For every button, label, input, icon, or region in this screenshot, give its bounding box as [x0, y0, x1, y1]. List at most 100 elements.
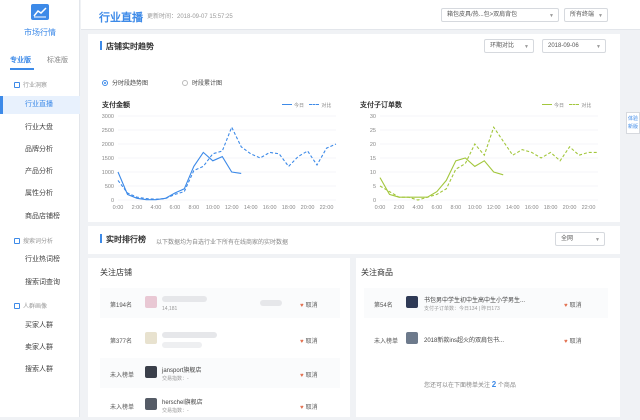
x-tick-label: 16:00 [525, 205, 539, 211]
shops-title: 关注店铺 [100, 268, 132, 277]
market-logo-icon [31, 4, 49, 20]
audience-icon [14, 303, 20, 309]
y-tick-label: 1000 [102, 170, 114, 176]
y-tick-label: 20 [370, 142, 376, 148]
sidebar-item-industry-live[interactable]: 行业直播 [0, 96, 80, 114]
date-select[interactable]: 2018-09-06 ▼ [542, 39, 606, 53]
shop-thumbnail [145, 366, 157, 378]
shop-name[interactable]: herschel旗舰店 [162, 397, 203, 406]
cancel-follow-button[interactable]: ♥ 取消 [564, 300, 582, 309]
trend-title: 店铺实时趋势 [106, 42, 154, 51]
sub-orders-chart: 0 5 10 15 20 25 30 0:00 2:00 4:00 6:00 8:00 10:00 12:… [370, 114, 598, 211]
y-tick-label: 2500 [102, 128, 114, 134]
product-name[interactable]: 书包男中学生初中生高中生小学男生... [424, 295, 525, 304]
y-tick-label: 30 [370, 114, 376, 120]
shop-thumbnail [145, 398, 157, 410]
app-title: 市场行情 [24, 28, 56, 37]
x-tick-label: 2:00 [132, 205, 143, 211]
sidebar: 市场行情 专业版 标准版 行业洞察 行业直播 行业大盘 品牌分析 产品分析 属性… [0, 0, 80, 417]
section-search-analysis: 搜索词分析 [14, 236, 53, 245]
sidebar-item-search-audience[interactable]: 搜索人群 [0, 361, 80, 379]
new-version-tab[interactable]: 体验 新版 [626, 112, 640, 134]
x-tick-label: 0:00 [375, 205, 386, 211]
x-tick-label: 6:00 [432, 205, 443, 211]
y-tick-label: 0 [111, 198, 114, 204]
legend-swatch-compare [309, 104, 320, 105]
sidebar-item-hot-words[interactable]: 行业热词榜 [0, 251, 80, 269]
x-tick-label: 22:00 [582, 205, 596, 211]
x-tick-label: 4:00 [413, 205, 424, 211]
tab-standard-version[interactable]: 标准版 [47, 55, 68, 65]
blurred-name [162, 296, 207, 302]
blurred-name [162, 332, 217, 338]
x-tick-label: 14:00 [244, 205, 258, 211]
chart2-title: 支付子订单数 [360, 102, 402, 109]
chevron-down-icon: ▼ [595, 237, 600, 243]
legend-swatch-compare [569, 104, 580, 105]
section-industry-insight: 行业洞察 [14, 80, 47, 89]
blurred-sub [162, 342, 202, 348]
x-tick-label: 10:00 [206, 205, 220, 211]
sidebar-item-seller-audience[interactable]: 卖家人群 [0, 339, 80, 357]
shop-row: 第377名 ♥ 取消 [100, 325, 340, 355]
y-tick-label: 500 [105, 184, 114, 190]
x-tick-label: 4:00 [151, 205, 162, 211]
category-select[interactable]: 箱包皮具/热...包>双肩背包 ▼ [441, 8, 559, 22]
ranking-scope-select[interactable]: 全网 ▼ [555, 232, 605, 246]
chart1-title: 支付金额 [102, 102, 130, 109]
radio-cumulative[interactable]: 时段累计图 [182, 78, 222, 87]
x-tick-label: 14:00 [506, 205, 520, 211]
x-tick-label: 12:00 [225, 205, 239, 211]
follow-more-hint: 您还可以在下面榜单关注 2 个商品 [424, 380, 516, 389]
shop-row: 第194名 14,181 ♥ 取消 [100, 288, 340, 318]
y-tick-label: 10 [370, 170, 376, 176]
series-line-compare [379, 125, 598, 201]
compare-select[interactable]: 环期对比 ▼ [484, 39, 534, 53]
cancel-follow-button[interactable]: ♥ 取消 [300, 402, 318, 411]
sidebar-item-search-query[interactable]: 搜索词查询 [0, 274, 80, 292]
heart-icon: ♥ [564, 303, 568, 309]
shop-row: 未入榜单 herschel旗舰店 交易指数：- ♥ 取消 [100, 390, 340, 420]
cancel-follow-button[interactable]: ♥ 取消 [564, 336, 582, 345]
chevron-down-icon: ▼ [549, 13, 554, 19]
chevron-down-icon: ▼ [596, 44, 601, 50]
tab-pro-version[interactable]: 专业版 [10, 55, 31, 65]
products-title: 关注商品 [361, 268, 393, 277]
x-tick-label: 20:00 [301, 205, 315, 211]
radio-dot [182, 80, 188, 86]
sidebar-item-industry-overview[interactable]: 行业大盘 [0, 119, 80, 137]
y-tick-label: 2000 [102, 142, 114, 148]
chevron-down-icon: ▼ [524, 44, 529, 50]
update-time: 更新时间：2018-09-07 15:57:25 [147, 14, 233, 20]
heart-icon: ♥ [300, 405, 304, 411]
legend-swatch-today [542, 104, 552, 105]
radio-hourly-trend[interactable]: 分时段趋势图 [102, 78, 148, 87]
sidebar-item-product-shop-ranking[interactable]: 商品店铺榜 [0, 208, 80, 226]
x-tick-label: 6:00 [170, 205, 181, 211]
sidebar-item-product-analysis[interactable]: 产品分析 [0, 163, 80, 181]
section-audience-profile: 人群画像 [14, 301, 47, 310]
ranking-title: 实时排行榜 [106, 235, 146, 244]
sidebar-item-attribute-analysis[interactable]: 属性分析 [0, 185, 80, 203]
y-tick-label: 3000 [102, 114, 114, 120]
sidebar-item-buyer-audience[interactable]: 买家人群 [0, 317, 80, 335]
sidebar-item-brand-analysis[interactable]: 品牌分析 [0, 141, 80, 159]
x-tick-label: 8:00 [188, 205, 199, 211]
cancel-follow-button[interactable]: ♥ 取消 [300, 300, 318, 309]
cancel-follow-button[interactable]: ♥ 取消 [300, 370, 318, 379]
x-tick-label: 10:00 [468, 205, 482, 211]
shop-name[interactable]: jansport旗舰店 [162, 365, 201, 374]
title-accent-bar [100, 41, 102, 50]
version-tabs: 专业版 标准版 [0, 55, 80, 70]
cancel-follow-button[interactable]: ♥ 取消 [300, 336, 318, 345]
product-thumbnail [406, 296, 418, 308]
product-name[interactable]: 2018新款ins超火的双肩包书... [424, 335, 504, 344]
heart-icon: ♥ [300, 303, 304, 309]
chart1-legend: 今日 对比 [278, 102, 331, 109]
product-row: 未入榜单 2018新款ins超火的双肩包书... ♥ 取消 [364, 325, 608, 355]
terminal-select[interactable]: 所有终端 ▼ [564, 8, 608, 22]
series-line-compare [117, 125, 337, 200]
shop-thumbnail [145, 296, 157, 308]
x-tick-label: 8:00 [450, 205, 461, 211]
heart-icon: ♥ [564, 339, 568, 345]
